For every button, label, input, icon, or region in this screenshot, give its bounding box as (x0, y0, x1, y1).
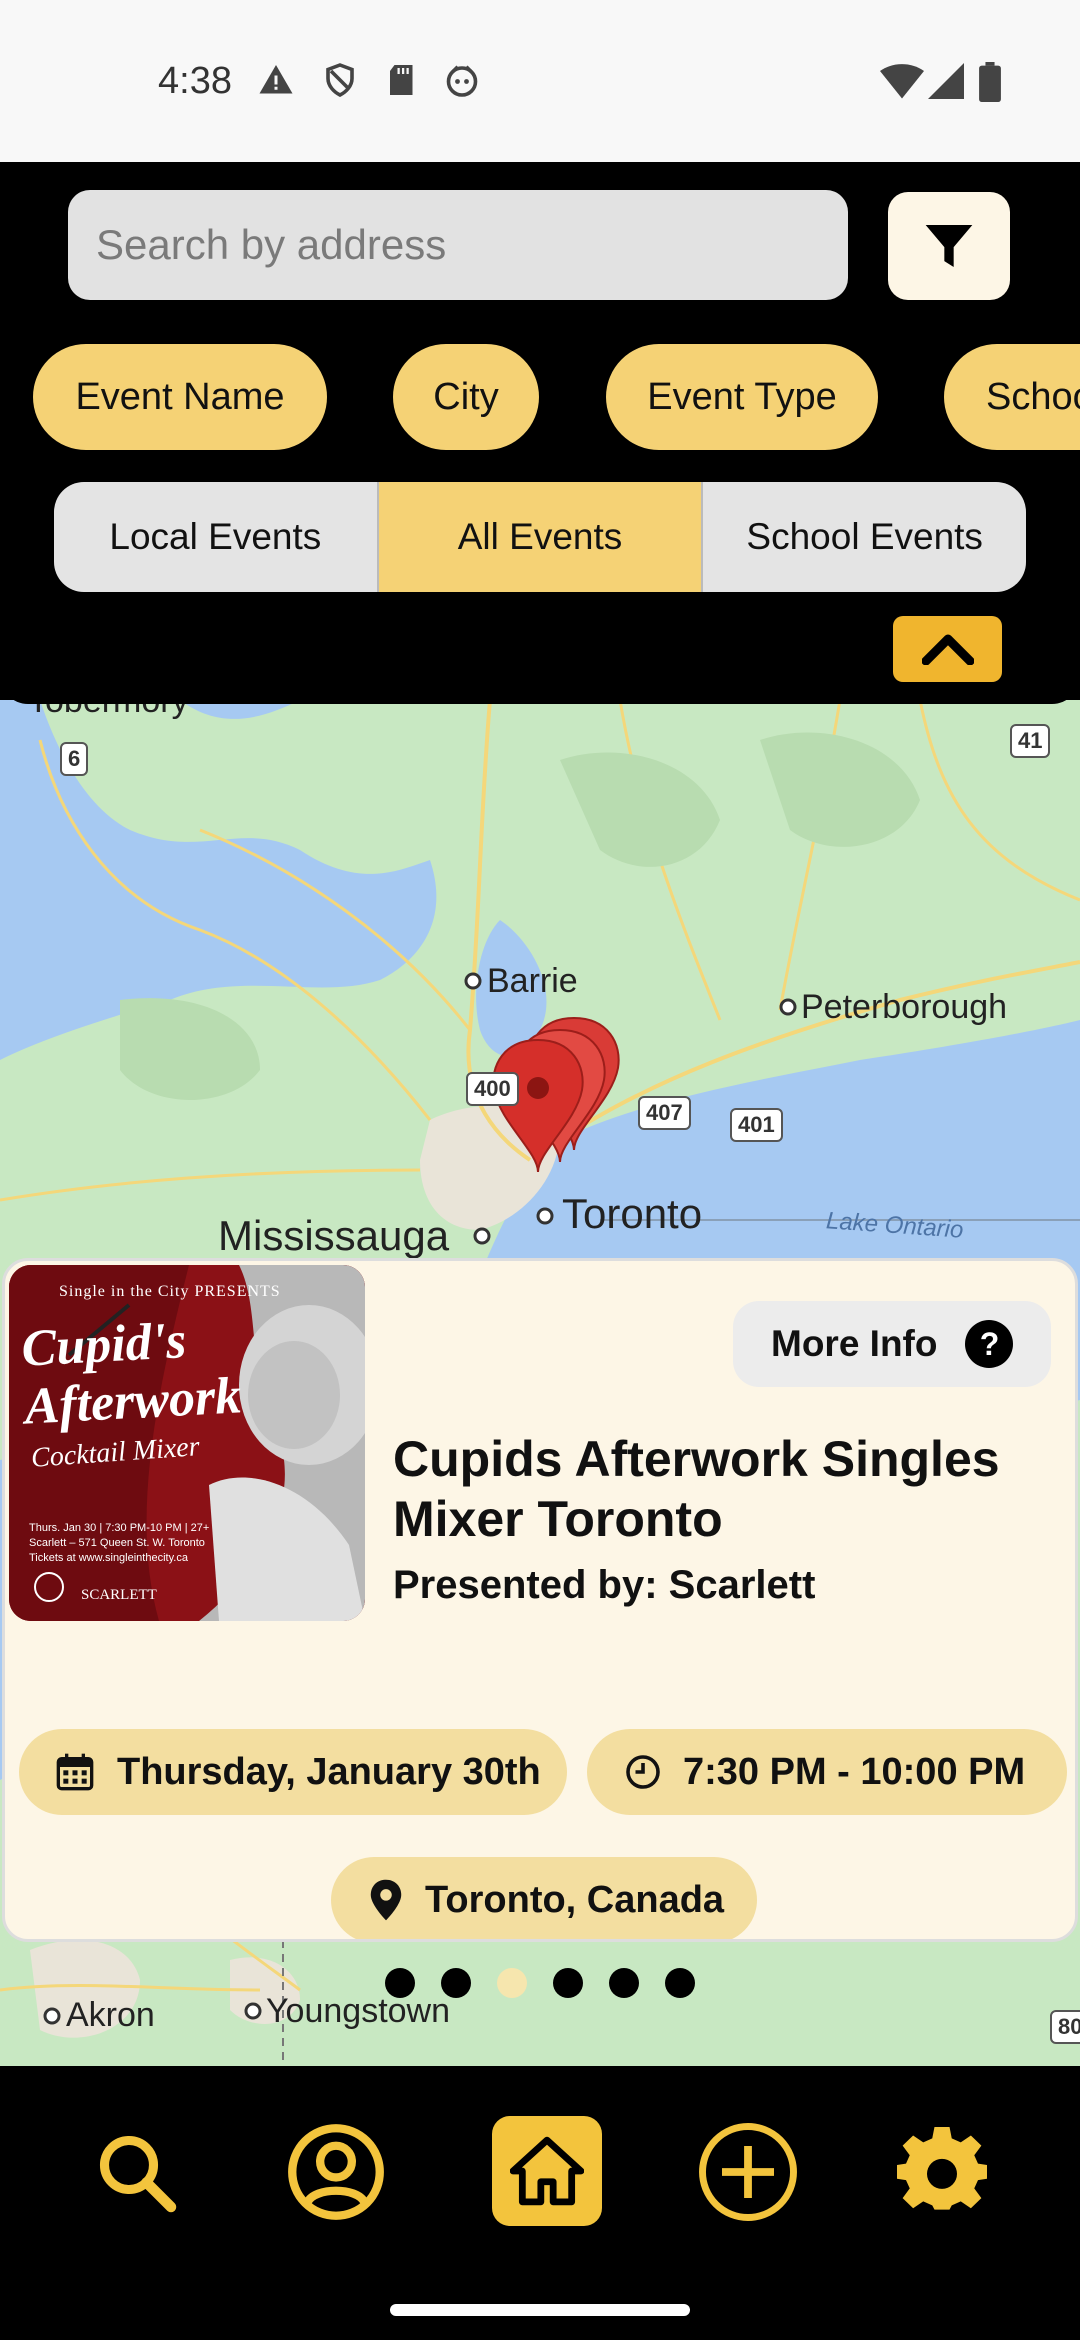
clock-icon (626, 1755, 660, 1789)
highway-shield: 400 (466, 1072, 519, 1106)
event-presenter: Presented by: Scarlett (393, 1563, 816, 1607)
status-bar: 4:38 (0, 0, 1080, 162)
poster-presenter-text: Single in the City PRESENTS (59, 1283, 281, 1300)
highway-shield: 407 (638, 1096, 691, 1130)
event-title: Cupids Afterwork Singles Mixer Toronto (393, 1431, 1000, 1547)
profile-icon (288, 2124, 384, 2220)
search-icon (99, 2135, 177, 2213)
battery-icon (979, 62, 1001, 102)
shield-icon (326, 63, 354, 98)
chevron-up-icon (921, 634, 974, 665)
chip-event-name[interactable]: Event Name (33, 344, 327, 450)
warning-icon (259, 65, 293, 94)
pager-dot-active[interactable] (497, 1968, 527, 1998)
search-input[interactable]: Search by address (68, 190, 848, 300)
filter-icon (925, 225, 973, 267)
event-time-pill: 7:30 PM - 10:00 PM (587, 1729, 1067, 1815)
pager-dot[interactable] (665, 1968, 695, 1998)
event-location: Toronto, Canada (425, 1878, 725, 1921)
nav-search-button[interactable] (80, 2116, 192, 2228)
map-label-peterborough: Peterborough (801, 988, 1008, 1026)
poster-title: Cupid's Afterwork (20, 1312, 243, 1436)
event-time: 7:30 PM - 10:00 PM (683, 1750, 1026, 1793)
event-date: Thursday, January 30th (117, 1750, 541, 1793)
settings-icon (897, 2127, 987, 2210)
calendar-icon (56, 1753, 94, 1791)
highway-shield: 80 (1050, 2010, 1080, 2044)
pager-dot[interactable] (609, 1968, 639, 1998)
filter-chips: Event Name City Event Type School (0, 344, 1080, 452)
event-card[interactable]: Single in the City PRESENTS Cupid's Afte… (2, 1258, 1078, 1942)
highway-shield: 41 (1010, 724, 1051, 758)
collapse-panel-button[interactable] (893, 616, 1002, 682)
sd-card-icon (390, 65, 413, 95)
system-home-indicator[interactable] (390, 2304, 690, 2316)
poster-details: Thurs. Jan 30 | 7:30 PM-10 PM | 27+ Scar… (29, 1522, 210, 1564)
highway-shield: 401 (730, 1108, 783, 1142)
tab-school-events[interactable]: School Events (703, 482, 1026, 592)
wifi-icon (880, 64, 924, 99)
tab-local-events[interactable]: Local Events (54, 482, 377, 592)
pager-dot[interactable] (385, 1968, 415, 1998)
assistant-icon (446, 65, 478, 97)
signal-icon (928, 63, 964, 99)
map-label-mississauga: Mississauga (218, 1212, 450, 1259)
nav-add-button[interactable] (692, 2116, 804, 2228)
pager-dot[interactable] (553, 1968, 583, 1998)
nav-settings-button[interactable] (886, 2116, 998, 2228)
location-pin-icon (370, 1879, 402, 1921)
poster-brand: SCARLETT (81, 1587, 157, 1603)
help-icon: ? (965, 1320, 1014, 1368)
home-icon (510, 2136, 584, 2206)
tab-all-events[interactable]: All Events (376, 482, 704, 592)
more-info-button[interactable]: More Info ? (733, 1301, 1051, 1387)
more-info-label: More Info (771, 1323, 938, 1364)
bottom-nav (0, 2066, 1080, 2340)
chip-school[interactable]: School (944, 344, 1080, 450)
add-icon (699, 2123, 797, 2221)
carousel-pager (0, 1968, 1080, 2008)
event-date-pill: Thursday, January 30th (19, 1729, 567, 1815)
filter-panel: Search by address Event Name City Event … (0, 162, 1080, 704)
chip-event-type[interactable]: Event Type (606, 344, 878, 450)
event-scope-segmented-control: Local Events All Events School Events (54, 482, 1026, 592)
status-time: 4:38 (158, 60, 232, 102)
event-poster-image[interactable]: Single in the City PRESENTS Cupid's Afte… (9, 1265, 365, 1621)
map-label-barrie: Barrie (487, 962, 578, 1000)
nav-profile-button[interactable] (280, 2116, 392, 2228)
filter-button[interactable] (888, 192, 1010, 300)
nav-home-button[interactable] (492, 2116, 602, 2226)
pager-dot[interactable] (441, 1968, 471, 1998)
map-label-toronto: Toronto (562, 1190, 703, 1237)
chip-city[interactable]: City (393, 344, 539, 450)
event-location-pill: Toronto, Canada (331, 1857, 757, 1939)
highway-shield: 6 (60, 742, 89, 776)
